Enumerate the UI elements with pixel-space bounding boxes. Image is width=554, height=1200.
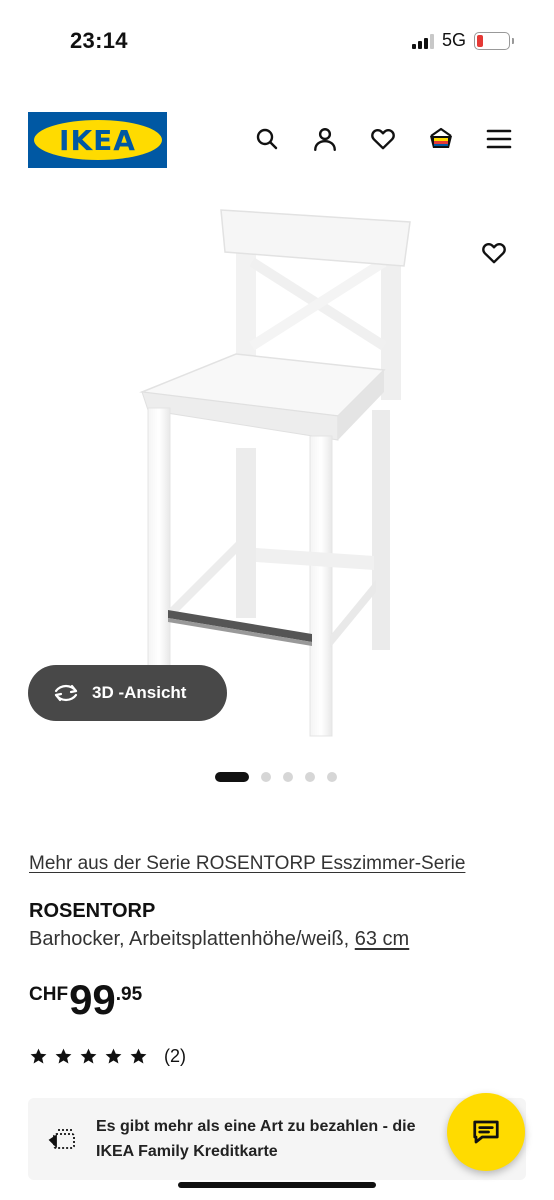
price-integer: 99 — [69, 976, 116, 1023]
product-image-gallery[interactable]: 3D -Ansicht — [0, 195, 554, 755]
carousel-dot-2[interactable] — [261, 772, 271, 782]
status-time: 23:14 — [70, 28, 128, 53]
user-icon[interactable] — [310, 124, 340, 154]
carousel-dot-5[interactable] — [327, 772, 337, 782]
promo-text: Es gibt mehr als eine Art zu bezahlen - … — [96, 1118, 416, 1160]
heart-icon — [482, 243, 506, 264]
carousel-dot-1[interactable] — [215, 772, 249, 782]
view-3d-label: 3D -Ansicht — [92, 683, 187, 702]
star-icon — [105, 1048, 122, 1064]
size-link[interactable]: 63 cm — [355, 928, 409, 950]
series-link[interactable]: Mehr aus der Serie ROSENTORP Esszimmer-S… — [29, 853, 465, 875]
carousel-dots — [215, 772, 337, 782]
price-decimal: .95 — [115, 984, 143, 1005]
carousel-dot-3[interactable] — [283, 772, 293, 782]
rating-count: (2) — [164, 1046, 186, 1066]
star-icon — [80, 1048, 97, 1064]
signal-icon — [411, 33, 434, 49]
logo-text: IKEA — [59, 123, 136, 157]
star-icon — [55, 1048, 72, 1064]
rotate-3d-icon — [54, 684, 78, 702]
star-icon — [130, 1048, 147, 1064]
star-icon — [30, 1048, 47, 1064]
product-rating[interactable]: (2) — [29, 1046, 186, 1067]
chat-icon — [473, 1120, 499, 1144]
status-bar: 23:14 5G — [0, 0, 554, 80]
chat-button[interactable] — [447, 1093, 525, 1171]
rating-stars — [29, 1047, 148, 1066]
product-price: CHF 99 .95 — [29, 978, 142, 1022]
menu-icon[interactable] — [484, 124, 514, 154]
site-header: IKEA — [0, 110, 554, 170]
ikea-logo[interactable]: IKEA — [28, 112, 167, 168]
shopping-bag-icon[interactable] — [426, 124, 456, 154]
battery-icon — [474, 31, 514, 50]
heart-icon[interactable] — [368, 124, 398, 154]
add-to-wishlist-button[interactable] — [474, 233, 514, 273]
header-actions — [252, 124, 514, 154]
network-label: 5G — [441, 30, 466, 50]
product-description-text: Barhocker, Arbeitsplattenhöhe/weiß, — [29, 928, 355, 950]
product-description: Barhocker, Arbeitsplattenhöhe/weiß, 63 c… — [29, 928, 409, 951]
product-name: ROSENTORP — [29, 900, 156, 922]
credit-card-icon — [48, 1129, 75, 1149]
home-indicator — [178, 1182, 376, 1188]
price-currency: CHF — [29, 984, 69, 1005]
view-3d-button[interactable]: 3D -Ansicht — [28, 665, 227, 721]
carousel-dot-4[interactable] — [305, 772, 315, 782]
status-indicators: 5G — [411, 30, 514, 51]
search-icon[interactable] — [252, 124, 282, 154]
